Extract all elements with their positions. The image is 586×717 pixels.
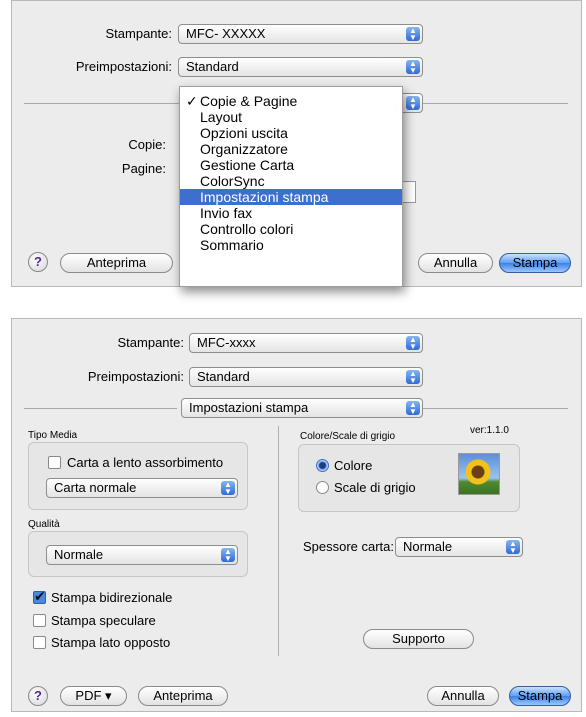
- pages-field-edge[interactable]: [403, 181, 416, 203]
- printer-popup[interactable]: MFC- XXXXX ▲ ▼: [178, 24, 423, 44]
- menu-item[interactable]: Opzioni uscita: [180, 125, 402, 141]
- reverse-checkbox[interactable]: [33, 636, 46, 649]
- checkmark-icon: ✓: [186, 93, 198, 109]
- menu-item[interactable]: Impostazioni stampa: [180, 189, 402, 205]
- color-option-label: Colore: [334, 458, 373, 473]
- menu-item-label: Invio fax: [200, 205, 253, 221]
- media-type-value: Carta normale: [54, 480, 137, 495]
- popup-arrows-icon: ▲ ▼: [406, 370, 420, 385]
- media-group-label: Tipo Media: [28, 430, 78, 441]
- slow-drying-label: Carta a lento assorbimento: [67, 455, 224, 470]
- reverse-label: Stampa lato opposto: [51, 635, 171, 650]
- grayscale-option-label: Scale di grigio: [334, 480, 416, 495]
- menu-item-label: Controllo colori: [200, 221, 294, 237]
- menu-item[interactable]: Layout: [180, 109, 402, 125]
- menu-item[interactable]: Organizzatore: [180, 141, 402, 157]
- quality-group-label: Qualità: [28, 519, 60, 530]
- printer-value: MFC- XXXXX: [186, 26, 266, 41]
- menu-item[interactable]: Sommario: [180, 237, 402, 253]
- help-icon[interactable]: ?: [28, 686, 48, 706]
- separator-left: [24, 103, 179, 104]
- media-type-popup[interactable]: Carta normale ▲ ▼: [46, 478, 238, 498]
- color-group-label: Colore/Scale di grigio: [300, 431, 396, 442]
- print-button[interactable]: Stampa: [499, 253, 571, 273]
- menu-item[interactable]: Controllo colori: [180, 221, 402, 237]
- popup-arrows-icon: ▲ ▼: [406, 336, 420, 351]
- menu-item-label: Sommario: [200, 237, 264, 253]
- popup-arrows-icon: ▲ ▼: [221, 481, 235, 496]
- presets-value: Standard: [197, 369, 250, 384]
- menu-item-label: Layout: [200, 109, 243, 125]
- quality-value: Normale: [54, 547, 104, 562]
- preview-button[interactable]: Anteprima: [60, 253, 173, 273]
- printer-label: Stampante:: [117, 335, 185, 350]
- panel-popup[interactable]: Impostazioni stampa ▲ ▼: [181, 398, 423, 418]
- popup-arrows-icon: ▲ ▼: [406, 401, 420, 416]
- sunflower-preview-image: [458, 453, 500, 495]
- checkmark-icon: ✔: [34, 588, 46, 604]
- menu-item-label: Gestione Carta: [200, 157, 295, 173]
- panel-dropdown-menu[interactable]: ✓ Copie & Pagine Layout Opzioni uscita Organ…: [179, 86, 403, 287]
- help-icon[interactable]: ?: [28, 252, 48, 272]
- popup-arrows-icon: ▲ ▼: [506, 540, 520, 555]
- menu-item[interactable]: ✓ Copie & Pagine: [180, 93, 402, 109]
- menu-item-label: ColorSync: [200, 173, 265, 189]
- popup-arrows-icon: ▲ ▼: [406, 27, 420, 42]
- grayscale-radio[interactable]: [316, 481, 329, 494]
- bidirectional-label: Stampa bidirezionale: [51, 590, 173, 605]
- pdf-button[interactable]: PDF ▾: [60, 686, 127, 706]
- presets-label: Preimpostazioni:: [87, 369, 184, 384]
- support-button[interactable]: Supporto: [363, 629, 474, 649]
- printer-value: MFC-xxxx: [197, 335, 256, 350]
- print-button[interactable]: Stampa: [509, 686, 571, 706]
- separator-right: [403, 103, 568, 104]
- version-label: ver:1.1.0: [470, 425, 509, 436]
- pages-label: Pagine:: [121, 161, 166, 176]
- mirror-label: Stampa speculare: [51, 613, 156, 628]
- separator-right: [423, 408, 568, 409]
- presets-value: Standard: [186, 59, 239, 74]
- paper-thickness-label: Spessore carta:: [302, 539, 394, 554]
- color-radio[interactable]: [316, 459, 329, 472]
- menu-item-label: Organizzatore: [200, 141, 288, 157]
- menu-item[interactable]: ColorSync: [180, 173, 402, 189]
- panel-value: Impostazioni stampa: [189, 400, 309, 415]
- media-group: [28, 442, 248, 510]
- popup-arrows-icon: ▲ ▼: [406, 96, 420, 111]
- column-divider: [278, 426, 279, 656]
- presets-popup[interactable]: Standard ▲ ▼: [189, 367, 423, 387]
- menu-item-label: Impostazioni stampa: [200, 189, 329, 205]
- menu-item[interactable]: Gestione Carta: [180, 157, 402, 173]
- quality-popup[interactable]: Normale ▲ ▼: [46, 545, 238, 565]
- bidirectional-checkbox[interactable]: ✔: [33, 588, 46, 604]
- slow-drying-checkbox[interactable]: [48, 456, 61, 469]
- menu-item-label: Opzioni uscita: [200, 125, 288, 141]
- printer-label: Stampante:: [105, 26, 173, 41]
- menu-item-label: Copie & Pagine: [200, 93, 298, 109]
- separator-left: [24, 408, 177, 409]
- paper-thickness-popup[interactable]: Normale ▲ ▼: [395, 537, 523, 557]
- printer-popup[interactable]: MFC-xxxx ▲ ▼: [189, 333, 423, 353]
- cancel-button[interactable]: Annulla: [427, 686, 499, 706]
- preview-button[interactable]: Anteprima: [138, 686, 228, 706]
- paper-thickness-value: Normale: [403, 539, 453, 554]
- presets-popup[interactable]: Standard ▲ ▼: [178, 57, 423, 77]
- presets-label: Preimpostazioni:: [75, 59, 172, 74]
- mirror-checkbox[interactable]: [33, 614, 46, 627]
- popup-arrows-icon: ▲ ▼: [406, 60, 420, 75]
- copies-label: Copie:: [128, 137, 166, 152]
- cancel-button[interactable]: Annulla: [418, 253, 493, 273]
- menu-item[interactable]: Invio fax: [180, 205, 402, 221]
- popup-arrows-icon: ▲ ▼: [221, 548, 235, 563]
